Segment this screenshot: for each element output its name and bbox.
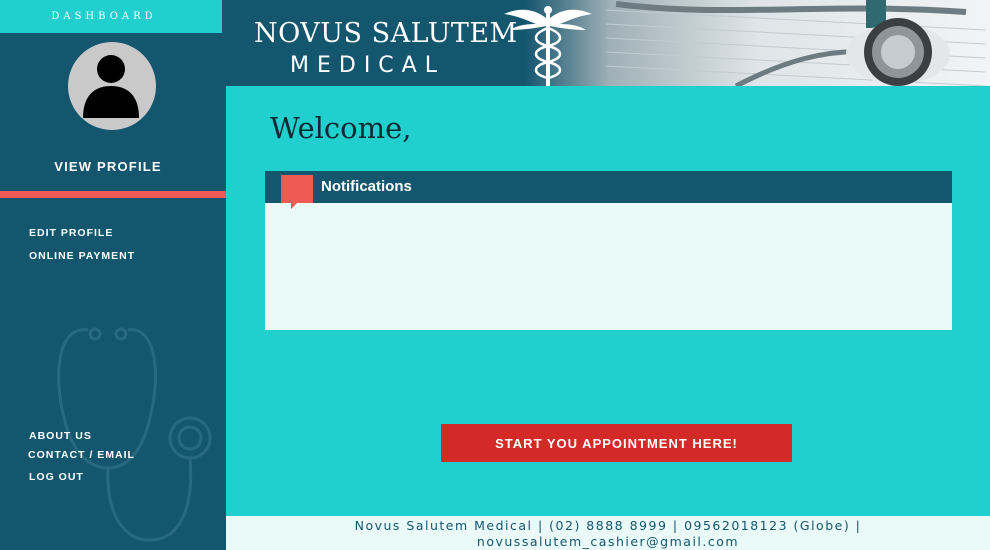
notifications-title: Notifications xyxy=(321,178,412,195)
start-appointment-button[interactable]: START YOU APPOINTMENT HERE! xyxy=(441,424,792,462)
footer: Novus Salutem Medical | (02) 8888 8999 |… xyxy=(226,516,990,550)
header-banner: NOVUS SALUTEM MEDICAL xyxy=(226,0,990,86)
view-profile-link[interactable]: VIEW PROFILE xyxy=(0,159,216,174)
sidebar-item-about-us[interactable]: ABOUT US xyxy=(29,430,92,442)
sidebar-divider xyxy=(0,191,226,198)
welcome-heading: Welcome, xyxy=(270,111,412,145)
brand-name: NOVUS SALUTEM xyxy=(254,18,518,49)
sidebar: DASHBOARD VIEW PROFILE EDIT PROFILE ONLI… xyxy=(0,0,226,550)
notifications-panel: Notifications xyxy=(265,171,952,330)
footer-contact-line: Novus Salutem Medical | (02) 8888 8999 |… xyxy=(354,518,862,533)
sidebar-item-edit-profile[interactable]: EDIT PROFILE xyxy=(29,227,113,239)
sidebar-item-online-payment[interactable]: ONLINE PAYMENT xyxy=(29,250,135,262)
stethoscope-photo xyxy=(526,0,990,86)
notifications-header: Notifications xyxy=(265,171,952,203)
sidebar-item-contact-email[interactable]: CONTACT / EMAIL xyxy=(28,449,135,461)
footer-email[interactable]: novussalutem_cashier@gmail.com xyxy=(226,534,990,550)
caduceus-icon xyxy=(504,6,592,86)
speech-bubble-icon xyxy=(281,175,313,209)
avatar[interactable] xyxy=(68,42,156,130)
sidebar-item-log-out[interactable]: LOG OUT xyxy=(29,471,84,483)
brand-subtitle: MEDICAL xyxy=(290,53,445,78)
dashboard-title: DASHBOARD xyxy=(51,11,157,22)
dashboard-header: DASHBOARD xyxy=(0,0,222,33)
user-silhouette-icon xyxy=(83,55,139,118)
